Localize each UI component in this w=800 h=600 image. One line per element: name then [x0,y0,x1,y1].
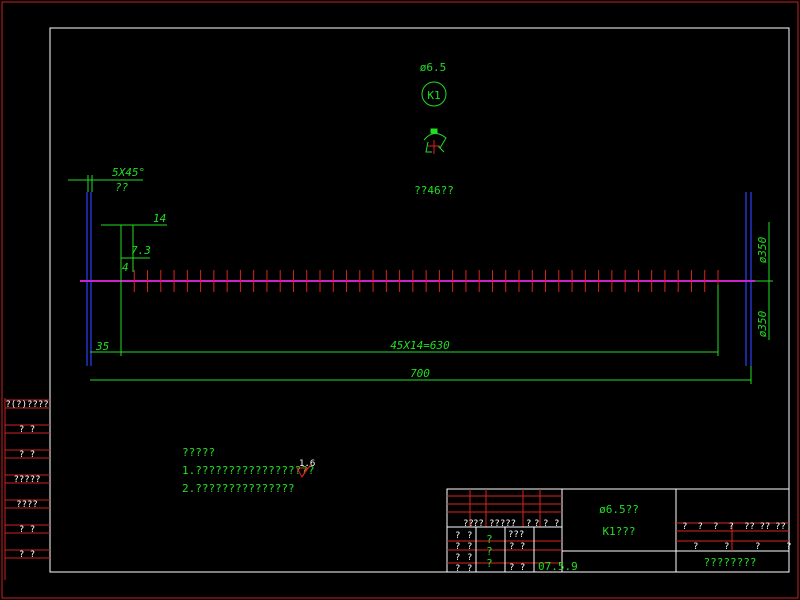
note-2: 2.??????????????? [182,482,295,495]
tb-right-header: ?? [760,522,771,532]
tb-right-cell: ? [755,542,760,552]
tb-right-header: ?? [744,522,755,532]
tb-left-cell: ? [455,542,460,552]
chamfer-dim: 5X45° [112,166,145,179]
diameter-label: ø6.5 [420,61,447,74]
tb-left-cell: ? [467,564,472,574]
part-code: K1??? [602,525,635,538]
dia-bottom-dim: ø350 [756,310,769,337]
tb-left-cell: ? [467,553,472,563]
count-label: ??46?? [414,184,454,197]
tb-header-7: ? [554,519,559,529]
offset-dim: 7.3 [131,244,151,257]
small-dim: 4 [122,261,129,274]
mark-label: K1 [427,89,440,102]
tb-header-5: ? [534,519,539,529]
tb-cell: ? ? [509,563,525,573]
tb-left-cell: ? [467,531,472,541]
tb-mid-mark: ? [486,557,493,570]
note-1: 1.?????????????????? [182,464,314,477]
tb-header-2: ?? [473,519,484,529]
spacing-dim: 45X14=630 [390,339,450,352]
tb-right-cell: ? [724,542,729,552]
total-dim: 700 [410,367,430,380]
chamfer-note: ?? [115,181,129,194]
side-column-label: ???? [16,500,38,510]
tb-header-3: ????? [489,519,516,529]
tb-right-header: ? [682,522,687,532]
side-column-label: ?(?)???? [5,400,48,410]
part-name: ø6.5?? [599,503,639,516]
tb-right-cell: ? [786,542,791,552]
side-column-label: ? ? [19,550,35,560]
side-column: ?(?)???? ? ? ? ?????????? ? ? ? ? [4,398,50,580]
tb-left-cell: ? [455,553,460,563]
tb-right-cell: ? [693,542,698,552]
drawing-frame [49,27,790,573]
tb-date: 07.5.9 [538,560,578,573]
side-column-label: ? ? [19,525,35,535]
tb-header-4: ? [526,519,531,529]
tb-header-6: ? [543,519,548,529]
side-column-label: ? ? [19,425,35,435]
side-column-label: ????? [13,475,40,485]
side-column-label: ? ? [19,450,35,460]
tb-left-cell: ? [455,531,460,541]
tb-cell: ??? [508,530,524,540]
tb-cell: ? ? [509,542,525,552]
tb-left-cell: ? [455,564,460,574]
tb-left-cell: ? [467,542,472,552]
section-symbol-icon [423,128,447,154]
tb-right-header: ?? [775,522,786,532]
notes-title: ????? [182,446,215,459]
tb-right-header: ? [713,522,718,532]
left-end-dim: 35 [95,340,109,353]
dia-top-dim: ø350 [756,236,769,263]
cad-drawing: ?(?)????? ?? ??????????? ?? ? ø6.5 K1 ??… [1,1,799,599]
tb-right-header: ? [729,522,734,532]
tb-right-header: ? [698,522,703,532]
company-name: ???????? [704,556,757,569]
pitch-start-dim: 14 [153,212,166,225]
